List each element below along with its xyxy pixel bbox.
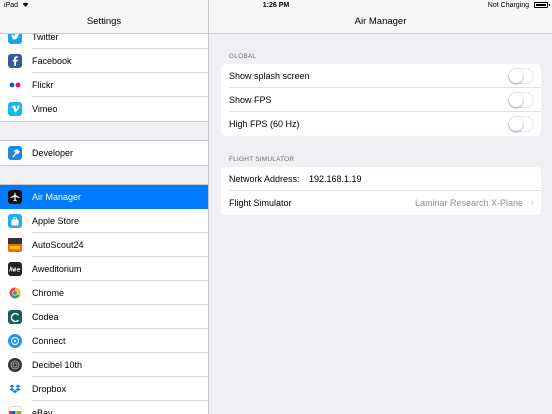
- flight-simulator-label: Flight Simulator: [229, 198, 292, 208]
- setting-row-splash: Show splash screen: [221, 64, 541, 88]
- status-bar: iPad 1:26 PM Not Charging: [0, 0, 552, 12]
- chevron-right-icon: ›: [530, 197, 534, 208]
- sidebar-item-label: Vimeo: [32, 104, 58, 114]
- detail-title: Air Manager: [354, 16, 407, 27]
- sidebar-item-label: Developer: [32, 148, 74, 158]
- network-address-label: Network Address:: [229, 174, 300, 184]
- network-address-row[interactable]: Network Address: 192.168.1.19: [221, 167, 541, 191]
- charging-status: Not Charging: [487, 2, 530, 9]
- flight-simulator-row[interactable]: Flight Simulator Laminar Research X-Plan…: [221, 191, 541, 215]
- group-separator: [0, 121, 208, 141]
- hammer-icon: [8, 146, 22, 160]
- toggle-knob: [509, 93, 523, 107]
- sidebar-item-label: Twitter: [32, 34, 59, 42]
- sidebar-item-label: Chrome: [32, 288, 65, 298]
- sidebar-item-label: Facebook: [32, 56, 72, 66]
- sidebar-item-decibel[interactable]: Decibel 10th: [0, 353, 208, 377]
- sidebar-item-label: Decibel 10th: [32, 360, 83, 370]
- sidebar-item-label: Codea: [32, 312, 59, 322]
- sidebar-item-vimeo[interactable]: Vimeo: [0, 97, 208, 121]
- dropbox-icon: [8, 382, 22, 396]
- battery-icon: [534, 2, 550, 8]
- group-separator: [0, 165, 208, 185]
- sidebar-item-label: Apple Store: [32, 216, 80, 226]
- detail-pane: Air Manager GLOBAL Show splash screen Sh…: [209, 0, 552, 414]
- sidebar-list[interactable]: Twitter Facebook Flickr Vimeo Developer …: [0, 34, 208, 414]
- flickr-icon: [8, 78, 22, 92]
- status-right: Not Charging: [487, 0, 550, 12]
- aweditorium-icon: [8, 262, 22, 276]
- global-settings-card: Show splash screen Show FPS High FPS (60…: [221, 64, 541, 136]
- apple-store-icon: [8, 214, 22, 228]
- codea-icon: [8, 310, 22, 324]
- sidebar-item-label: eBay: [32, 408, 53, 414]
- sidebar-item-ebay[interactable]: eBay: [0, 401, 208, 414]
- chrome-icon: [8, 286, 22, 300]
- setting-row-high-fps: High FPS (60 Hz): [221, 112, 541, 136]
- sidebar-item-developer[interactable]: Developer: [0, 141, 208, 165]
- sidebar-item-label: Air Manager: [32, 192, 82, 202]
- sidebar-item-aweditorium[interactable]: Aweditorium: [0, 257, 208, 281]
- sidebar-item-label: Flickr: [32, 80, 54, 90]
- toggle-knob: [509, 69, 523, 83]
- ebay-icon: [8, 406, 22, 414]
- sidebar-item-facebook[interactable]: Facebook: [0, 49, 208, 73]
- section-header-global: GLOBAL: [229, 53, 257, 60]
- vimeo-icon: [8, 102, 22, 116]
- status-time: 1:26 PM: [262, 2, 290, 9]
- sidebar-item-codea[interactable]: Codea: [0, 305, 208, 329]
- sidebar-item-label: Aweditorium: [32, 264, 82, 274]
- sidebar-item-label: AutoScout24: [32, 240, 84, 250]
- facebook-icon: [8, 54, 22, 68]
- sidebar-item-twitter[interactable]: Twitter: [0, 34, 208, 49]
- autoscout-icon: [8, 238, 22, 252]
- settings-sidebar: Settings Twitter Facebook Flickr Vimeo D…: [0, 0, 209, 414]
- airplane-icon: [8, 190, 22, 204]
- sidebar-item-chrome[interactable]: Chrome: [0, 281, 208, 305]
- sidebar-item-autoscout24[interactable]: AutoScout24: [0, 233, 208, 257]
- setting-label: Show splash screen: [229, 71, 310, 81]
- section-header-flight-simulator: FLIGHT SIMULATOR: [229, 156, 295, 163]
- show-fps-toggle[interactable]: [508, 92, 534, 108]
- sidebar-item-label: Dropbox: [32, 384, 67, 394]
- sidebar-item-dropbox[interactable]: Dropbox: [0, 377, 208, 401]
- sidebar-group-apps: Air Manager Apple Store AutoScout24 Awed…: [0, 185, 208, 414]
- setting-label: Show FPS: [229, 95, 272, 105]
- decibel-icon: [8, 358, 22, 372]
- sidebar-group-developer: Developer: [0, 141, 208, 165]
- network-address-value[interactable]: 192.168.1.19: [309, 167, 362, 191]
- flight-simulator-value: Laminar Research X-Plane: [414, 198, 523, 208]
- flight-simulator-card: Network Address: 192.168.1.19 Flight Sim…: [221, 167, 541, 215]
- sidebar-item-flickr[interactable]: Flickr: [0, 73, 208, 97]
- sidebar-group-social: Twitter Facebook Flickr Vimeo: [0, 34, 208, 121]
- sidebar-title: Settings: [86, 16, 122, 27]
- sidebar-item-air-manager[interactable]: Air Manager: [0, 185, 208, 209]
- sidebar-item-label: Connect: [32, 336, 66, 346]
- sidebar-item-connect[interactable]: Connect: [0, 329, 208, 353]
- splash-screen-toggle[interactable]: [508, 68, 534, 84]
- twitter-icon: [8, 34, 22, 44]
- toggle-knob: [509, 117, 523, 131]
- high-fps-toggle[interactable]: [508, 116, 534, 132]
- setting-label: High FPS (60 Hz): [229, 119, 300, 129]
- connect-icon: [8, 334, 22, 348]
- sidebar-item-apple-store[interactable]: Apple Store: [0, 209, 208, 233]
- setting-row-fps: Show FPS: [221, 88, 541, 112]
